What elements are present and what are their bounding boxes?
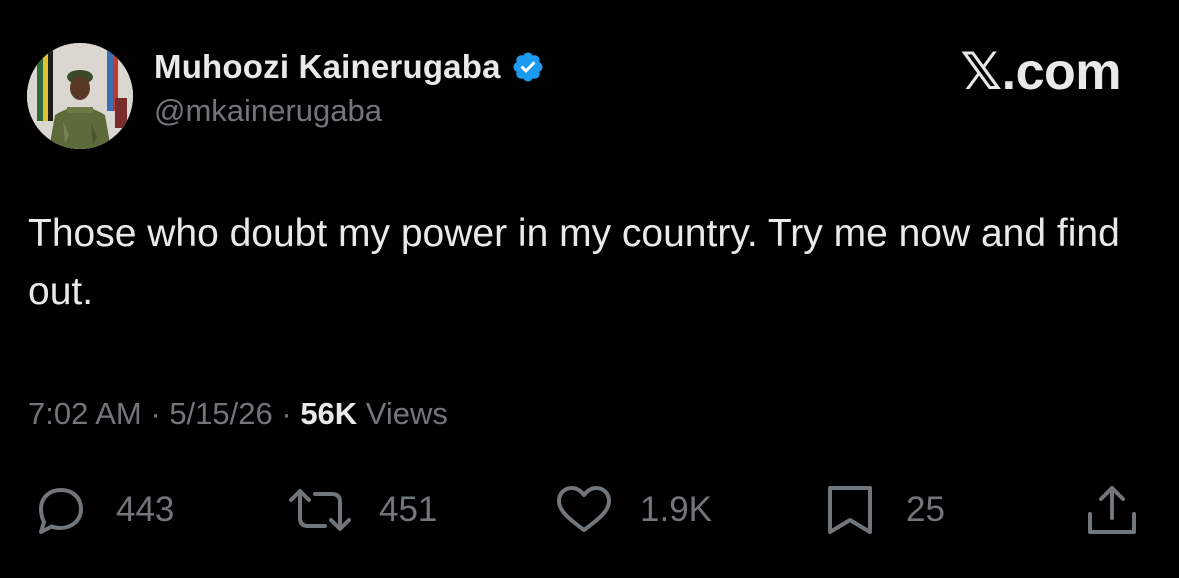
tweet-time[interactable]: 7:02 AM bbox=[28, 396, 142, 431]
author-handle[interactable]: @mkainerugaba bbox=[154, 93, 382, 129]
author-display-name[interactable]: Muhoozi Kainerugaba bbox=[154, 48, 501, 86]
meta-separator: · bbox=[141, 396, 170, 431]
share-button[interactable] bbox=[1082, 480, 1142, 540]
tweet-meta: 7:02 AM · 5/15/26 · 56K Views bbox=[28, 396, 448, 432]
views-label: Views bbox=[357, 396, 448, 431]
brand-watermark: 𝕏.com bbox=[960, 43, 1121, 101]
repost-count: 451 bbox=[379, 490, 438, 529]
author-name-row: Muhoozi Kainerugaba bbox=[154, 47, 545, 87]
verified-badge-icon bbox=[513, 52, 543, 82]
like-count: 1.9K bbox=[640, 490, 712, 529]
repost-button[interactable]: 451 bbox=[285, 480, 437, 540]
heart-icon bbox=[557, 486, 611, 532]
views-count: 56K bbox=[300, 396, 358, 431]
like-button[interactable]: 1.9K bbox=[552, 480, 712, 540]
action-bar: 443 451 1.9K 25 bbox=[0, 480, 1179, 540]
reply-button[interactable]: 443 bbox=[28, 480, 174, 540]
bookmark-icon bbox=[828, 486, 872, 534]
share-icon bbox=[1088, 486, 1136, 534]
repost-icon bbox=[289, 489, 351, 531]
bookmark-button[interactable]: 25 bbox=[820, 480, 945, 540]
tweet-text: Those who doubt my power in my country. … bbox=[28, 212, 1120, 313]
avatar[interactable] bbox=[27, 43, 133, 149]
reply-icon bbox=[39, 488, 83, 534]
meta-separator: · bbox=[272, 396, 301, 431]
reply-count: 443 bbox=[116, 490, 175, 529]
bookmark-count: 25 bbox=[906, 490, 945, 529]
tweet-date[interactable]: 5/15/26 bbox=[169, 396, 272, 431]
